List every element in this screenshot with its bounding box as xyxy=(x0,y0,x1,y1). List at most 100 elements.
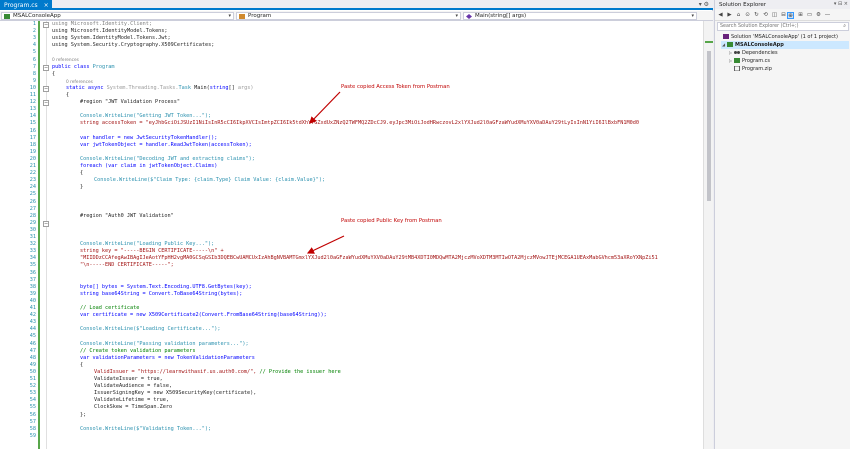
collapse-icon[interactable]: − xyxy=(43,65,49,71)
line-number: 44 xyxy=(29,326,36,333)
tree-expander[interactable]: ▷ xyxy=(728,50,733,55)
line-number: 45 xyxy=(29,333,36,340)
code-line: { xyxy=(52,70,56,77)
class-dropdown-label: Program xyxy=(248,13,272,19)
line-number: 12 xyxy=(29,99,36,106)
back-icon[interactable]: ◀ xyxy=(717,12,724,19)
tab-overflow-icon[interactable]: ▾ ⚙ xyxy=(699,1,709,8)
scrollbar-thumb[interactable] xyxy=(707,51,711,201)
tree-item-label: Program.zip xyxy=(742,65,772,72)
switch-views-icon[interactable]: ⊙ xyxy=(744,12,751,19)
code-line-public-key: "MIIDDzCCAfegAwIBAgIJeAotYFpHH2vgMA0GCSq… xyxy=(80,255,658,262)
line-number: 54 xyxy=(29,397,36,404)
preview-icon[interactable]: ▭ xyxy=(806,12,813,19)
line-number: 21 xyxy=(29,163,36,169)
line-number: 28 xyxy=(29,212,36,219)
line-number: 29 xyxy=(29,219,36,226)
collapse-icon[interactable]: − xyxy=(43,221,49,227)
code-line: Console.WriteLine($"Validating Token..."… xyxy=(80,425,212,432)
search-icon[interactable]: ⌕ xyxy=(843,23,846,29)
solution-explorer-title-bar: Solution Explorer ▾ ⊟ × xyxy=(715,0,850,9)
panel-window-controls-icon[interactable]: ▾ ⊟ × xyxy=(834,1,848,7)
line-number: 26 xyxy=(29,198,36,205)
code-line: "\n-----END CERTIFICATE-----"; xyxy=(80,262,174,269)
csharp-project-icon xyxy=(4,13,10,19)
csharp-file-icon xyxy=(734,58,740,64)
line-number: 53 xyxy=(29,390,36,397)
line-number: 55 xyxy=(29,404,36,411)
code-line: ValidateAudience = false, xyxy=(94,383,173,390)
code-line-access-token: string accessToken = "eyJhbGciOiJSUzI1Ni… xyxy=(80,120,640,127)
code-line: { xyxy=(66,92,70,98)
line-number: 42 xyxy=(29,312,36,319)
line-number: 17 xyxy=(29,134,36,141)
chevron-down-icon: ▾ xyxy=(228,13,231,19)
pending-changes-icon[interactable]: ↻ xyxy=(753,12,760,19)
solution-icon xyxy=(723,34,729,40)
properties-icon[interactable]: ⚙ xyxy=(815,12,822,19)
solution-explorer-search-input[interactable]: Search Solution Explorer (Ctrl+;) ⌕ xyxy=(717,22,849,31)
collapse-all-icon[interactable]: ⊟ xyxy=(780,12,787,19)
collapse-icon[interactable]: − xyxy=(43,86,49,92)
tree-expander[interactable]: ▷ xyxy=(728,58,733,63)
code-line: string base64String = Convert.ToBase64St… xyxy=(80,290,243,297)
line-number: 19 xyxy=(29,148,36,155)
code-line: using Microsoft.Identity.Client; xyxy=(52,21,152,27)
chevron-down-icon: ▾ xyxy=(455,13,458,19)
code-line: }; xyxy=(80,411,87,418)
line-number: 5 xyxy=(32,49,36,56)
tree-item-project[interactable]: ◢ MSALConsoleApp xyxy=(721,41,849,49)
navigation-bar: MSALConsoleApp ▾ Program ▾ Main(string[]… xyxy=(0,11,713,21)
filter-icon[interactable]: ⊞ xyxy=(797,12,804,19)
line-number: 16 xyxy=(29,127,36,134)
class-icon xyxy=(239,13,245,19)
tree-item-label: Program.cs xyxy=(742,57,771,64)
collapse-icon[interactable]: − xyxy=(43,22,49,28)
code-line: static async System.Threading.Tasks.Task… xyxy=(66,84,254,91)
change-marker xyxy=(705,41,713,43)
forward-icon[interactable]: ▶ xyxy=(726,12,733,19)
code-line: { xyxy=(80,170,84,177)
tree-item-program-zip[interactable]: Program.zip xyxy=(728,65,772,73)
tab-close-icon[interactable]: × xyxy=(44,2,49,9)
line-number: 49 xyxy=(29,361,36,368)
line-number: 40 xyxy=(29,297,36,304)
line-number: 51 xyxy=(29,376,36,382)
line-number: 46 xyxy=(29,340,36,347)
tree-item-solution[interactable]: Solution 'MSALConsoleApp' (1 of 1 projec… xyxy=(717,33,838,41)
class-dropdown[interactable]: Program ▾ xyxy=(236,12,461,20)
line-number: 6 xyxy=(32,56,36,63)
annotation-public-key: Paste copied Public Key from Postman xyxy=(341,218,442,224)
code-editor-pane[interactable]: Program.cs × ▾ ⚙ MSALConsoleApp ▾ Progra… xyxy=(0,0,713,449)
line-number: 33 xyxy=(29,248,36,255)
member-dropdown[interactable]: Main(string[] args) ▾ xyxy=(463,12,697,20)
panel-title: Solution Explorer xyxy=(719,1,767,8)
collapse-icon[interactable]: − xyxy=(43,100,49,106)
code-line: var validationParameters = new TokenVali… xyxy=(80,354,255,361)
csharp-project-icon xyxy=(727,42,733,48)
solution-explorer-panel: Solution Explorer ▾ ⊟ × ◀ ▶ ⌂ ⊙ ↻ ⟲ ◫ ⊟ … xyxy=(714,0,850,449)
annotation-access-token: Paste copied Access Token from Postman xyxy=(341,84,450,90)
code-line: Console.WriteLine($"Claim Type: {claim.T… xyxy=(94,177,326,184)
editor-vertical-scrollbar[interactable] xyxy=(703,21,713,449)
tree-item-dependencies[interactable]: ▷ Dependencies xyxy=(728,49,778,57)
line-number: 7 xyxy=(32,63,36,70)
line-number: 31 xyxy=(29,234,36,240)
code-line: ValidateIssuer = true, xyxy=(94,376,163,382)
home-icon[interactable]: ⌂ xyxy=(735,12,742,19)
sync-icon[interactable]: ⟲ xyxy=(762,12,769,19)
project-dropdown-label: MSALConsoleApp xyxy=(13,13,61,19)
line-number: 2 xyxy=(32,28,36,35)
tree-item-program-cs[interactable]: ▷ Program.cs xyxy=(728,57,770,65)
tree-expander[interactable]: ◢ xyxy=(721,42,726,47)
line-number: 18 xyxy=(29,141,36,148)
more-icon[interactable]: — xyxy=(824,12,831,19)
tab-title: Program.cs xyxy=(4,1,38,9)
code-line: #region "JWT Validation Process" xyxy=(80,99,180,106)
project-dropdown[interactable]: MSALConsoleApp ▾ xyxy=(1,12,234,20)
tab-program-cs[interactable]: Program.cs × xyxy=(0,0,52,10)
refresh-icon[interactable]: ◫ xyxy=(771,12,778,19)
show-all-files-icon[interactable]: ⊕ xyxy=(787,12,794,19)
line-number: 3 xyxy=(32,35,36,42)
dependencies-icon xyxy=(734,51,740,55)
